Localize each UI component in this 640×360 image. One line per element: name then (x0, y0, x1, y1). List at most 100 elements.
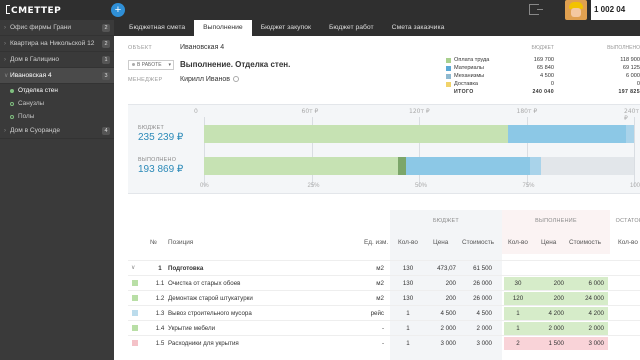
cell-exec-cost: 4 200 (588, 310, 604, 317)
status-dot-icon (10, 88, 14, 93)
cell-budget-cost: 26 000 (473, 295, 492, 302)
object-value[interactable]: Ивановская 4 (180, 44, 224, 51)
cell-unit: м2 (376, 295, 384, 302)
chart-scale-label: 240т ₽ (624, 108, 639, 122)
budget-chart: 0 60т ₽ 120т ₽ 180т ₽ 240т ₽ 0% 25% 50% 75% 100% Б… (128, 104, 640, 194)
col-position[interactable]: Позиция (168, 232, 193, 254)
table-row[interactable]: 1.3 Вывоз строительного мусора рейс 1 4 500 4… (128, 305, 640, 320)
table-row[interactable]: 1.1 Очистка от старых обоев м2 130 200 26 000… (128, 275, 640, 290)
legend-swatch (446, 74, 451, 79)
col-exec-cost[interactable]: Стоимость (569, 232, 601, 254)
sidebar-item[interactable]: › Дом в Суоранде 4 (0, 123, 114, 139)
collapse-chevron-icon[interactable]: ∨ (131, 261, 135, 276)
cell-exec-price: 4 200 (548, 310, 564, 317)
sidebar-item-count: 2 (102, 23, 110, 32)
col-budget-cost[interactable]: Стоимость (462, 232, 494, 254)
row-status-checkbox[interactable] (132, 295, 138, 301)
summary-exec: 197 825 (618, 89, 640, 95)
top-bar: 1 002 04 (114, 0, 640, 20)
chart-bar-segment (626, 125, 635, 143)
sidebar-item-count: 4 (102, 126, 110, 135)
col-unit[interactable]: Ед. изм. (364, 232, 388, 254)
cell-position: Вывоз строительного мусора (168, 310, 252, 317)
sidebar-subitem[interactable]: Отделка стен (0, 84, 114, 97)
col-budget-price[interactable]: Цена (433, 232, 448, 254)
sidebar-item[interactable]: › Дом в Галицино 1 (0, 52, 114, 68)
cell-exec-qty: 1 (516, 310, 520, 317)
col-budget-qty[interactable]: Кол-во (398, 232, 418, 254)
chart-bar-value: 193 869 ₽ (138, 164, 184, 175)
cell-budget-price: 2 000 (440, 325, 456, 332)
estimate-table: БЮДЖЕТ ВЫПОЛНЕНИЕ ОСТАТОК № Позиция Ед. изм. К… (128, 210, 640, 360)
add-project-button[interactable]: + (111, 3, 125, 17)
row-status-checkbox[interactable] (132, 340, 138, 346)
sidebar-item[interactable]: › Офис фирмы Грани 2 (0, 20, 114, 36)
chart-bar-label: ВЫПОЛНЕНО (138, 157, 177, 163)
cell-exec-price (536, 261, 564, 276)
row-status-checkbox[interactable] (132, 310, 138, 316)
sidebar-item[interactable]: › Квартира на Никольской 12 2 (0, 36, 114, 52)
chart-bar-track (204, 125, 635, 143)
tab[interactable]: Выполнение (194, 20, 252, 36)
tab[interactable]: Бюджетная смета (120, 20, 195, 36)
cell-position: Очистка от старых обоев (168, 280, 241, 287)
avatar[interactable] (565, 0, 587, 20)
summary-name: Оплата труда (454, 57, 490, 63)
cell-exec-qty: 30 (514, 280, 522, 287)
status-dot-icon (10, 101, 14, 106)
manager-value[interactable]: Кирилл Иванов (180, 76, 239, 83)
table-group-row[interactable]: ∨ 1 Подготовка м2 130 473,07 61 500 (128, 260, 640, 275)
chart-percent-label: 75% (522, 183, 535, 189)
sidebar-subitem[interactable]: Санузлы (0, 97, 114, 110)
summary-exec-header: ВЫПОЛНЕНО (607, 45, 640, 51)
col-rest-qty[interactable]: Кол-во (618, 232, 638, 254)
col-num[interactable]: № (150, 232, 157, 254)
table-row[interactable]: 1.2 Демонтаж старой штукатурки м2 130 200 26 … (128, 290, 640, 305)
logout-icon[interactable] (529, 4, 543, 15)
balance: 1 002 04 (591, 0, 640, 20)
summary-exec: 118 900 (620, 57, 640, 63)
logo[interactable]: СМЕТТЕР (6, 4, 61, 16)
legend-swatch (446, 66, 451, 71)
chart-bar-segment (530, 157, 542, 175)
summary-budget: 0 (550, 81, 554, 87)
cell-budget-price: 200 (445, 295, 456, 302)
cell-exec-cost: 6 000 (588, 280, 604, 287)
summary-budget: 4 500 (540, 73, 554, 79)
legend-swatch (446, 82, 451, 87)
cell-position: Демонтаж старой штукатурки (168, 295, 253, 302)
sidebar-item[interactable]: ∨ Ивановская 43 (0, 68, 114, 84)
summary-budget-header: БЮДЖЕТ (531, 45, 554, 51)
tabs: Бюджетная смета Выполнение Бюджет закупок Б… (120, 20, 454, 36)
summary-budget: 65 840 (536, 65, 554, 71)
cell-exec-cost: 3 000 (588, 340, 604, 347)
cell-unit: рейс (370, 310, 384, 317)
tab[interactable]: Бюджет работ (319, 20, 383, 36)
cell-budget-cost: 3 000 (476, 340, 492, 347)
col-exec-price[interactable]: Цена (541, 232, 556, 254)
summary-name: ИТОГО (454, 89, 474, 95)
chart-scale-label: 0 (194, 108, 198, 115)
chart-bar-value: 235 239 ₽ (138, 132, 184, 143)
tab[interactable]: Смета заказчика (382, 20, 454, 36)
status-select[interactable]: В РАБОТЕ ▾ (128, 60, 174, 70)
row-status-checkbox[interactable] (132, 280, 138, 286)
cell-budget-price: 3 000 (440, 340, 456, 347)
chart-bar-track (204, 157, 634, 175)
cell-budget-qty: 130 (402, 265, 414, 272)
col-exec-qty[interactable]: Кол-во (508, 232, 528, 254)
cell-exec-price: 1 500 (548, 340, 564, 347)
object-label: ОБЪЕКТ (128, 45, 153, 51)
sidebar-item-count: 3 (102, 71, 110, 80)
cell-exec-price: 200 (553, 280, 564, 287)
cell-exec-cost (568, 261, 604, 276)
row-status-checkbox[interactable] (132, 325, 138, 331)
sidebar-item-label: Офис фирмы Грани (10, 24, 72, 31)
chart-percent-label: 25% (307, 183, 320, 189)
table-row[interactable]: 1.4 Укрытие мебели -1 2 000 2 000 1 2 000 2 000 (128, 320, 640, 335)
table-row[interactable]: 1.5 Расходники для укрытия -1 3 000 3 000 2 1 … (128, 335, 640, 350)
summary-exec: 69 125 (622, 65, 640, 71)
chart-percent-label: 50% (415, 183, 428, 189)
sidebar-subitem[interactable]: Полы (0, 110, 114, 123)
tab[interactable]: Бюджет закупок (251, 20, 320, 36)
